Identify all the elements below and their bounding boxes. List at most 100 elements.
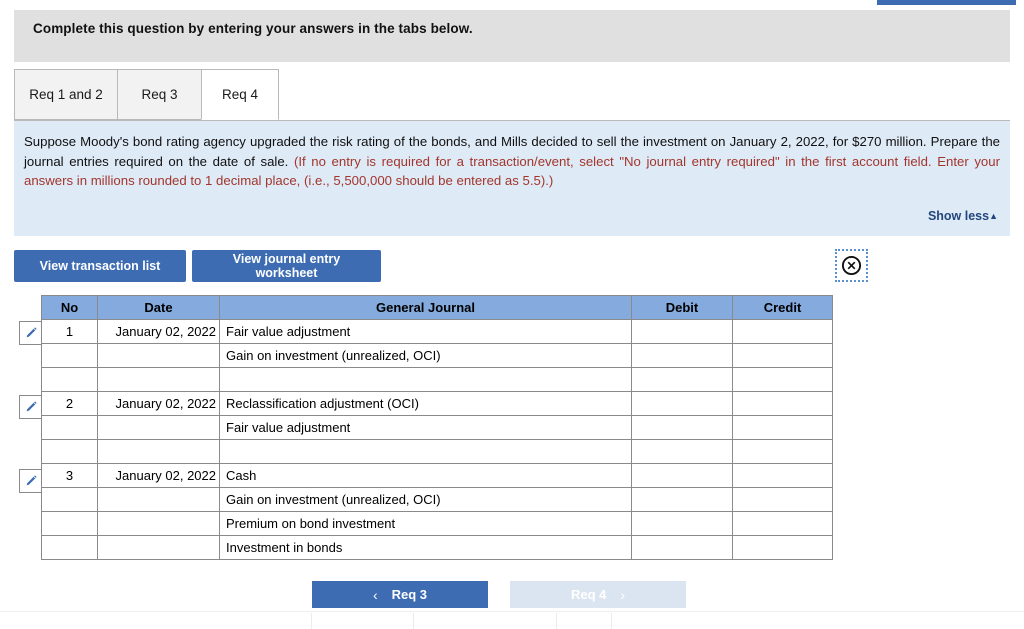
show-less-label: Show less (927, 209, 990, 223)
cell-account[interactable]: Reclassification adjustment (OCI) (219, 391, 632, 416)
button-label: View transaction list (39, 259, 161, 273)
table-row: Premium on bond investment (41, 511, 833, 536)
bottom-column-divider (413, 613, 414, 629)
cell-date[interactable]: January 02, 2022 (97, 319, 220, 344)
journal-entry-table: No Date General Journal Debit Credit 1 Ja… (41, 295, 833, 560)
next-requirement-button[interactable]: Req 4 › (510, 581, 686, 608)
next-label: Req 4 (570, 587, 607, 602)
cell-debit[interactable] (631, 463, 733, 488)
cell-account[interactable]: Fair value adjustment (219, 319, 632, 344)
prev-label: Req 3 (391, 587, 428, 602)
cell-date[interactable] (97, 535, 220, 560)
cell-date[interactable] (97, 439, 220, 464)
cell-credit[interactable] (732, 535, 833, 560)
table-row: Fair value adjustment (41, 415, 833, 440)
instruction-banner: Complete this question by entering your … (14, 10, 1010, 62)
cell-credit[interactable] (732, 463, 833, 488)
cell-no[interactable]: 3 (41, 463, 98, 488)
cell-credit[interactable] (732, 391, 833, 416)
cell-no[interactable] (41, 535, 98, 560)
cell-debit[interactable] (631, 415, 733, 440)
cell-credit[interactable] (732, 415, 833, 440)
cell-account[interactable]: Gain on investment (unrealized, OCI) (219, 487, 632, 512)
pencil-icon (24, 400, 38, 414)
cell-no[interactable] (41, 415, 98, 440)
tab-strip: Req 1 and 2 Req 3 Req 4 (14, 69, 1010, 121)
cell-date[interactable] (97, 367, 220, 392)
button-label: View journal entry worksheet (232, 252, 341, 280)
edit-row-3-button[interactable] (19, 469, 41, 493)
cell-debit[interactable] (631, 487, 733, 512)
cell-no[interactable] (41, 511, 98, 536)
cell-no[interactable] (41, 367, 98, 392)
prev-requirement-button[interactable]: ‹ Req 3 (312, 581, 488, 608)
column-header-no: No (41, 295, 98, 320)
show-less-toggle[interactable]: Show less▲ (928, 209, 998, 223)
tab-label: Req 3 (141, 87, 178, 102)
cell-credit[interactable] (732, 487, 833, 512)
column-header-credit: Credit (732, 295, 833, 320)
question-text: Suppose Moody's bond rating agency upgra… (24, 132, 1000, 191)
cell-account[interactable] (219, 367, 632, 392)
cell-credit[interactable] (732, 439, 833, 464)
cell-debit[interactable] (631, 319, 733, 344)
tab-req-4[interactable]: Req 4 (201, 69, 279, 120)
tab-label: Req 1 and 2 (29, 87, 103, 102)
cell-no[interactable]: 1 (41, 319, 98, 344)
cell-account[interactable]: Fair value adjustment (219, 415, 632, 440)
cell-credit[interactable] (732, 367, 833, 392)
cell-date[interactable] (97, 343, 220, 368)
cell-account[interactable]: Gain on investment (unrealized, OCI) (219, 343, 632, 368)
cell-credit[interactable] (732, 319, 833, 344)
cell-no[interactable] (41, 439, 98, 464)
table-row: 3 January 02, 2022 Cash (41, 463, 833, 488)
table-row: Gain on investment (unrealized, OCI) (41, 343, 833, 368)
cell-date[interactable]: January 02, 2022 (97, 463, 220, 488)
cell-date[interactable] (97, 511, 220, 536)
table-row: Investment in bonds (41, 535, 833, 560)
cell-debit[interactable] (631, 439, 733, 464)
close-circle-icon (841, 255, 862, 276)
chevron-right-icon: › (620, 586, 626, 603)
column-header-debit: Debit (631, 295, 733, 320)
tab-req-3[interactable]: Req 3 (117, 69, 202, 120)
cell-date[interactable] (97, 487, 220, 512)
cell-date[interactable] (97, 415, 220, 440)
instruction-text: Complete this question by entering your … (33, 21, 473, 36)
view-transaction-list-button[interactable]: View transaction list (14, 250, 186, 282)
pencil-icon (24, 326, 38, 340)
bottom-column-divider (311, 613, 312, 629)
cell-debit[interactable] (631, 367, 733, 392)
tab-req-1-and-2[interactable]: Req 1 and 2 (14, 69, 118, 120)
bottom-column-divider (611, 613, 612, 629)
caret-up-icon: ▲ (989, 211, 998, 221)
cell-no[interactable] (41, 487, 98, 512)
column-header-general-journal: General Journal (219, 295, 632, 320)
cell-credit[interactable] (732, 343, 833, 368)
bottom-divider (0, 611, 1024, 612)
cell-debit[interactable] (631, 391, 733, 416)
cell-account[interactable]: Premium on bond investment (219, 511, 632, 536)
cell-debit[interactable] (631, 535, 733, 560)
cell-no[interactable]: 2 (41, 391, 98, 416)
cell-debit[interactable] (631, 343, 733, 368)
bottom-column-divider (556, 613, 557, 629)
table-row (41, 367, 833, 392)
edit-row-2-button[interactable] (19, 395, 41, 419)
cell-account[interactable] (219, 439, 632, 464)
chevron-left-icon: ‹ (372, 586, 378, 603)
tab-label: Req 4 (221, 87, 259, 102)
cell-no[interactable] (41, 343, 98, 368)
pencil-icon (24, 474, 38, 488)
top-toolbar-sliver (877, 0, 1016, 5)
table-row: 1 January 02, 2022 Fair value adjustment (41, 319, 833, 344)
view-journal-entry-worksheet-button[interactable]: View journal entry worksheet (192, 250, 381, 282)
cell-account[interactable]: Investment in bonds (219, 535, 632, 560)
cell-credit[interactable] (732, 511, 833, 536)
column-header-date: Date (97, 295, 220, 320)
cell-debit[interactable] (631, 511, 733, 536)
cell-date[interactable]: January 02, 2022 (97, 391, 220, 416)
cell-account[interactable]: Cash (219, 463, 632, 488)
close-circle-button[interactable] (835, 249, 868, 282)
edit-row-1-button[interactable] (19, 321, 41, 345)
